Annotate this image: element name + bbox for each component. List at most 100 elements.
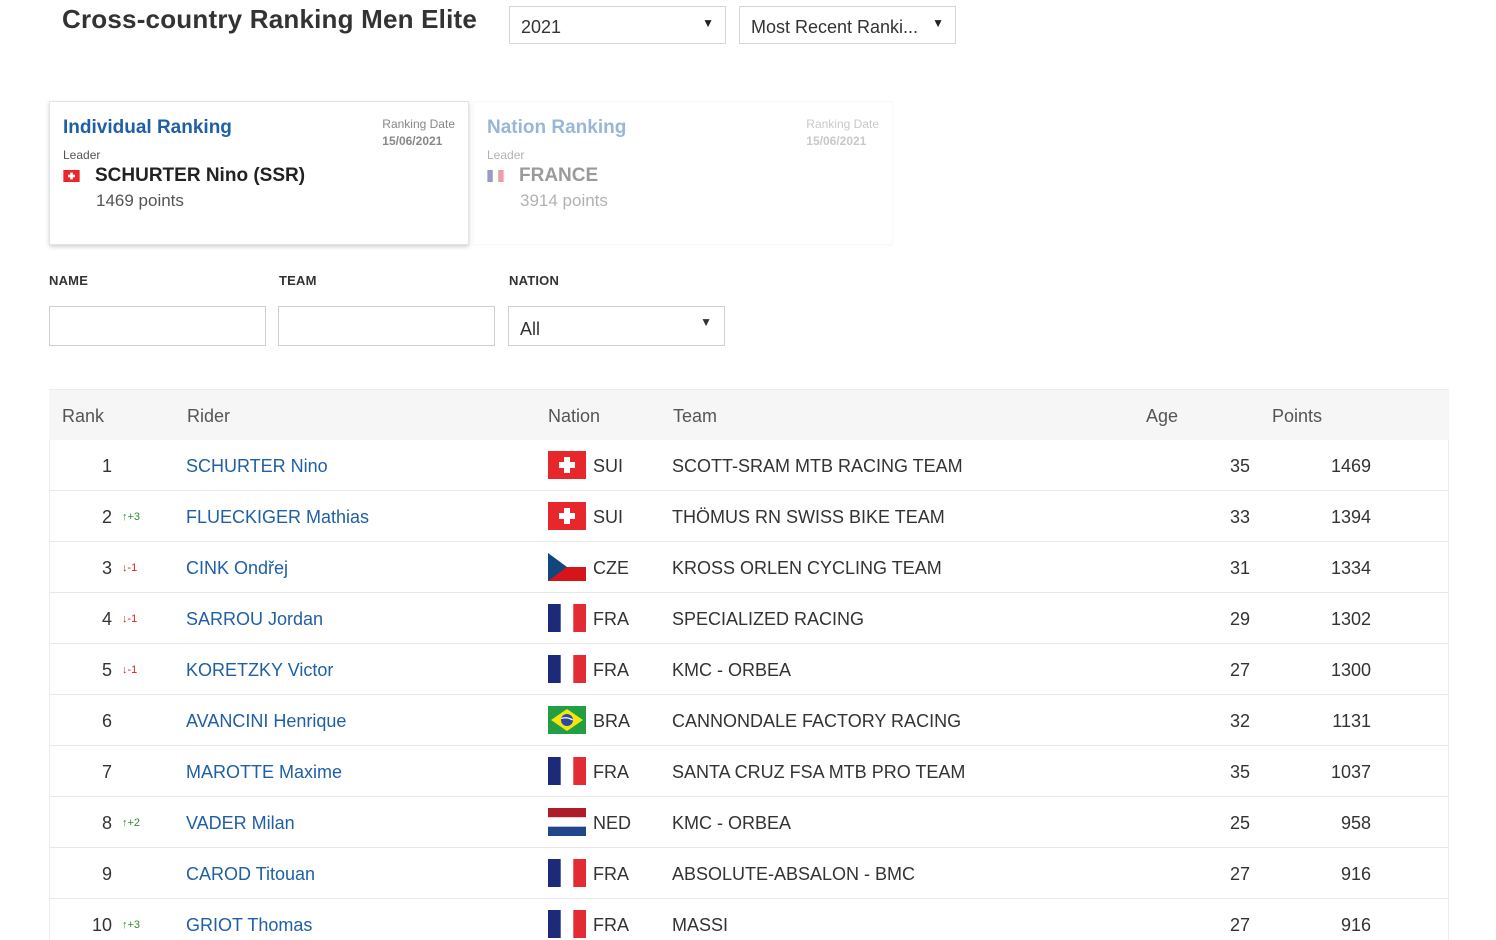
table-row: 1 SCHURTER Nino SUI SCOTT-SRAM MTB RACING T… (49, 440, 1449, 491)
rank-cell: 10 (91, 915, 112, 935)
team-cell: KMC - ORBEA (672, 660, 792, 680)
french-flag-icon (548, 655, 586, 683)
team-cell: ABSOLUTE-ABSALON - BMC (672, 864, 916, 884)
leader-points: 3914 points (520, 191, 608, 210)
netherlands-flag-icon (548, 808, 586, 836)
team-filter-input[interactable] (278, 306, 495, 346)
year-select[interactable]: 2021 ▼ (509, 6, 726, 44)
rank-change: ↓-1 (122, 562, 138, 574)
nation-cell: FRA (593, 864, 629, 884)
nation-cell: CZE (593, 558, 629, 578)
rider-link[interactable]: VADER Milan (186, 813, 295, 834)
team-cell: CANNONDALE FACTORY RACING (672, 711, 962, 731)
rank-change: ↓-1 (122, 664, 138, 676)
points-cell: 958 (1340, 813, 1371, 833)
ranking-type-value: Most Recent Ranki... (751, 17, 919, 37)
table-row: 4 ↓-1 SARROU Jordan FRA SPECIALIZED RACING 29… (49, 593, 1449, 644)
column-header-rank[interactable]: Rank (62, 406, 104, 427)
brazil-flag-icon (548, 706, 586, 734)
team-cell: SANTA CRUZ FSA MTB PRO TEAM (672, 762, 966, 782)
age-cell: 35 (1229, 762, 1250, 782)
rider-link[interactable]: CAROD Titouan (186, 864, 315, 885)
rank-cell: 2 (101, 507, 112, 527)
age-cell: 29 (1229, 609, 1250, 629)
nation-cell: FRA (593, 660, 629, 680)
czech-flag-icon (548, 553, 586, 581)
points-cell: 916 (1340, 864, 1371, 884)
leader-label: Leader (63, 148, 101, 162)
age-cell: 33 (1229, 507, 1250, 527)
ranking-date: Ranking Date 15/06/2021 (806, 116, 879, 150)
name-filter-input[interactable] (49, 306, 266, 346)
team-cell: KROSS ORLEN CYCLING TEAM (672, 558, 942, 578)
table-row: 5 ↓-1 KORETZKY Victor FRA KMC - ORBEA 27 1300 (49, 644, 1449, 695)
nation-cell: SUI (593, 507, 624, 527)
points-cell: 1302 (1330, 609, 1371, 629)
rider-link[interactable]: FLUECKIGER Mathias (186, 507, 369, 528)
nation-cell: FRA (593, 762, 629, 782)
table-body: 1 SCHURTER Nino SUI SCOTT-SRAM MTB RACING T… (49, 440, 1449, 940)
points-cell: 1131 (1332, 711, 1371, 731)
leader-name: SCHURTER Nino (SSR) (63, 165, 454, 187)
ranking-date-value: 15/06/2021 (806, 134, 867, 148)
chevron-down-icon: ▼ (700, 315, 712, 329)
points-cell: 1037 (1330, 762, 1371, 782)
rank-change: ↑+2 (122, 817, 141, 829)
points-cell: 916 (1340, 915, 1371, 935)
chevron-down-icon: ▼ (702, 16, 714, 30)
column-header-rider[interactable]: Rider (187, 406, 230, 427)
rider-link[interactable]: MAROTTE Maxime (186, 762, 342, 783)
leader-name: FRANCE (487, 165, 878, 187)
age-cell: 27 (1229, 915, 1250, 935)
swiss-flag-icon (548, 502, 586, 530)
age-cell: 31 (1229, 558, 1250, 578)
column-header-points[interactable]: Points (1272, 406, 1322, 427)
rank-change: ↑+3 (122, 511, 141, 523)
table-row: 10 ↑+3 GRIOT Thomas FRA MASSI 27 916 (49, 899, 1449, 940)
team-cell: THÖMUS RN SWISS BIKE TEAM (672, 507, 945, 527)
rank-cell: 1 (101, 456, 112, 476)
ranking-date-label: Ranking Date (806, 117, 879, 131)
rider-link[interactable]: CINK Ondřej (186, 558, 288, 579)
name-filter-label: NAME (49, 273, 89, 288)
rider-link[interactable]: AVANCINI Henrique (186, 711, 346, 732)
rider-link[interactable]: SCHURTER Nino (186, 456, 328, 477)
rank-change: ↑+3 (122, 919, 141, 931)
nation-cell: BRA (593, 711, 631, 731)
team-filter-label: TEAM (279, 273, 317, 288)
nation-ranking-card[interactable]: Nation Ranking Ranking Date 15/06/2021 L… (473, 101, 893, 245)
team-cell: MASSI (672, 915, 729, 935)
ranking-date-label: Ranking Date (382, 117, 455, 131)
table-header: Rank Rider Nation Team Age Points (49, 390, 1449, 440)
team-cell: SPECIALIZED RACING (672, 609, 865, 629)
rider-link[interactable]: SARROU Jordan (186, 609, 323, 630)
leader-points: 1469 points (96, 191, 184, 210)
column-header-team[interactable]: Team (673, 406, 717, 427)
rider-link[interactable]: GRIOT Thomas (186, 915, 312, 936)
age-cell: 32 (1229, 711, 1250, 731)
column-header-nation[interactable]: Nation (548, 406, 600, 427)
french-flag-icon (548, 604, 586, 632)
rider-link[interactable]: KORETZKY Victor (186, 660, 333, 681)
table-row: 8 ↑+2 VADER Milan NED KMC - ORBEA 25 958 (49, 797, 1449, 848)
age-cell: 35 (1229, 456, 1250, 476)
french-flag-icon (548, 910, 586, 938)
french-flag-icon (548, 757, 586, 785)
ranking-date-value: 15/06/2021 (382, 134, 443, 148)
french-flag-icon (548, 859, 586, 887)
leader-name-text: FRANCE (519, 165, 599, 186)
page: Cross-country Ranking Men Elite 2021 ▼ M… (0, 0, 1496, 940)
nation-filter-select[interactable]: All ▼ (508, 306, 725, 346)
rank-change: ↓-1 (122, 613, 138, 625)
rank-cell: 6 (101, 711, 112, 731)
nation-cell: NED (593, 813, 632, 833)
ranking-type-select[interactable]: Most Recent Ranki... ▼ (739, 6, 956, 44)
points-cell: 1469 (1330, 456, 1371, 476)
page-title: Cross-country Ranking Men Elite (62, 4, 478, 34)
swiss-flag-icon (548, 451, 586, 479)
individual-ranking-card[interactable]: Individual Ranking Ranking Date 15/06/20… (49, 101, 469, 245)
ranking-table: Rank Rider Nation Team Age Points 1 SCHUR… (49, 389, 1449, 940)
table-row: 9 CAROD Titouan FRA ABSOLUTE-ABSALON - BMC 2… (49, 848, 1449, 899)
table-row: 6 AVANCINI Henrique BRA CANNONDALE FACTORY … (49, 695, 1449, 746)
column-header-age[interactable]: Age (1146, 406, 1178, 427)
